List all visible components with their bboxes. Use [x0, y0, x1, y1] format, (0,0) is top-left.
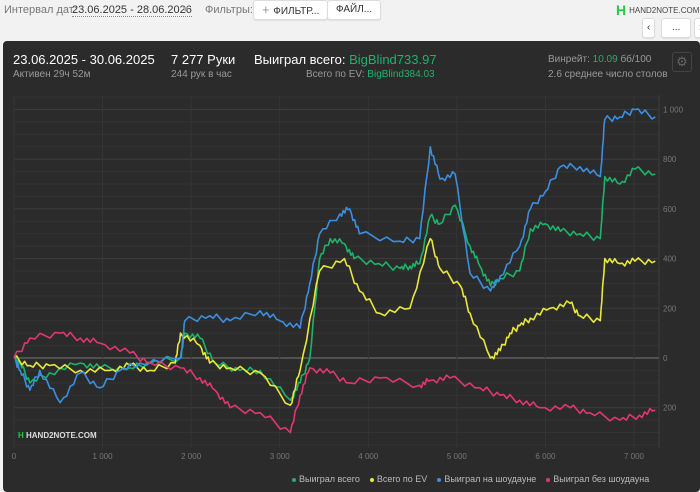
series-line — [13, 108, 656, 404]
legend-label: Выиграл на шоудауне — [444, 474, 537, 484]
legend-item[interactable]: Выиграл на шоудауне — [437, 474, 536, 484]
x-tick-label: 6 000 — [535, 452, 556, 461]
x-tick-label: 4 000 — [358, 452, 379, 461]
y-tick-label: 1 000 — [663, 106, 684, 115]
watermark: H HAND2NOTE.COM — [18, 431, 97, 440]
x-tick-label: 5 000 — [447, 452, 468, 461]
legend-dot — [437, 477, 442, 482]
series-line — [13, 237, 656, 406]
x-tick-label: 1 000 — [93, 452, 114, 461]
y-tick-label: 200 — [663, 404, 677, 413]
x-tick-label: 2 000 — [181, 452, 202, 461]
legend-label: Выиграл всего — [299, 474, 360, 484]
legend-item[interactable]: Выиграл всего — [292, 474, 360, 484]
y-tick-label: 200 — [663, 304, 677, 313]
y-tick-label: 400 — [663, 255, 677, 264]
x-tick-label: 0 — [12, 452, 17, 461]
legend-label: Всего по EV — [376, 474, 428, 484]
legend-dot — [292, 477, 296, 482]
x-tick-label: 7 000 — [624, 452, 645, 461]
y-tick-label: 800 — [663, 155, 677, 164]
legend-label: Выиграл без шоудауна — [553, 474, 650, 484]
logo-icon: H — [18, 431, 26, 440]
x-tick-label: 3 000 — [270, 452, 291, 461]
y-tick-label: 0 — [663, 354, 668, 363]
y-tick-label: 600 — [663, 205, 677, 214]
legend-item[interactable]: Всего по EV — [369, 474, 428, 484]
watermark-text: HAND2NOTE.COM — [26, 431, 97, 440]
legend-dot — [369, 477, 374, 482]
legend-item[interactable]: Выиграл без шоудауна — [546, 474, 649, 484]
chart-legend: Выиграл всего Всего по EV Выиграл на шоу… — [292, 474, 649, 484]
profit-chart: 1 000 800 600 400 200 0 200 0 1 000 2 000 3 000 4 0… — [12, 95, 684, 461]
legend-dot — [546, 477, 551, 482]
